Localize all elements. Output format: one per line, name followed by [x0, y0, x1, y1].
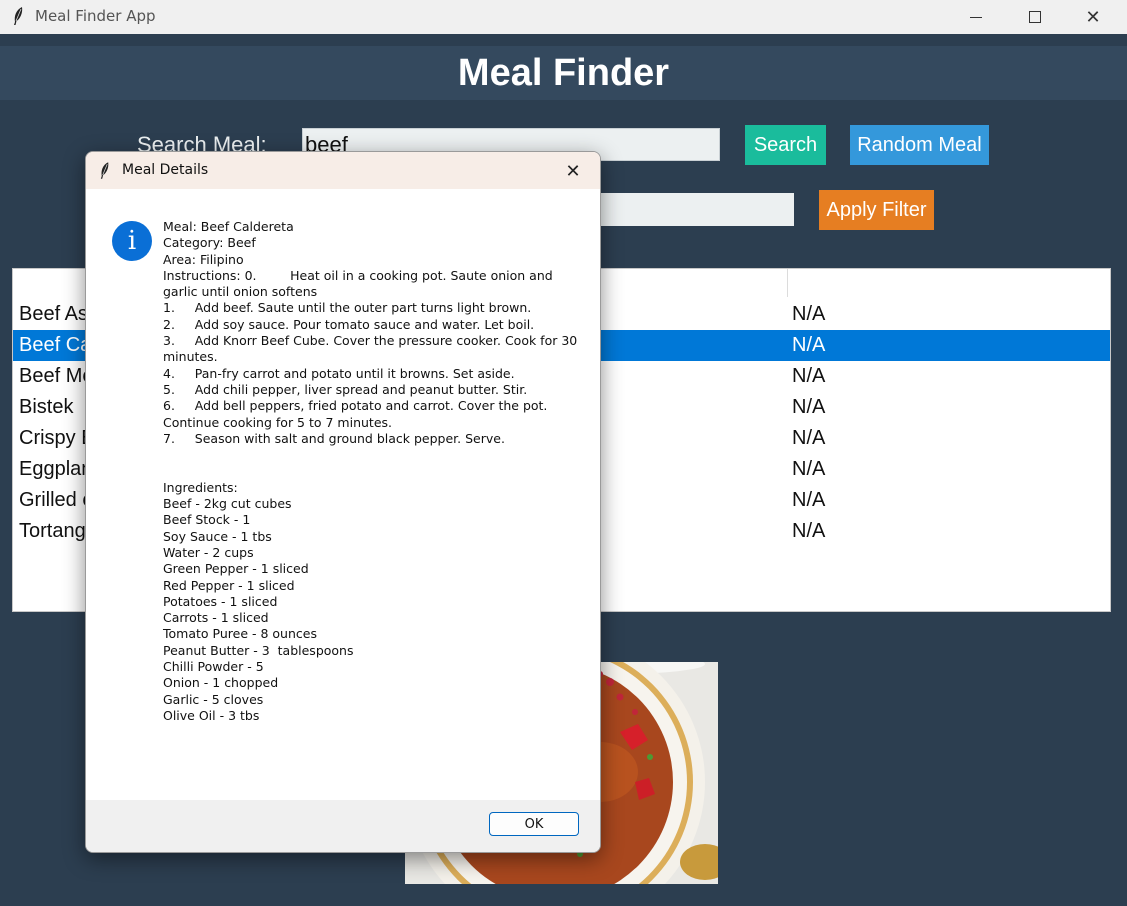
close-window-button[interactable]: ✕ — [1064, 0, 1122, 34]
meal-area: N/A — [792, 520, 826, 542]
meal-area: N/A — [792, 396, 826, 418]
edge-glyph — [1122, 760, 1127, 770]
dialog-titlebar: Meal Details ✕ — [86, 152, 600, 189]
meal-name: Tortang — [19, 520, 86, 542]
window-titlebar: Meal Finder App ✕ — [0, 0, 1127, 34]
edge-glyph — [1122, 806, 1127, 816]
minimize-icon — [970, 16, 982, 18]
feather-icon — [100, 162, 109, 179]
app-header: Meal Finder — [0, 46, 1127, 100]
meal-area: N/A — [792, 458, 826, 480]
meal-area: N/A — [792, 427, 826, 449]
meal-name: Bistek — [19, 396, 74, 418]
column-divider — [787, 269, 788, 297]
info-icon-glyph: i — [127, 226, 137, 256]
maximize-icon — [1029, 11, 1041, 23]
feather-icon — [14, 7, 23, 25]
close-icon: ✕ — [565, 160, 581, 182]
close-icon: ✕ — [1085, 6, 1101, 28]
app-title: Meal Finder — [457, 52, 670, 94]
window-title: Meal Finder App — [35, 7, 156, 25]
meal-area: N/A — [792, 303, 826, 325]
minimize-button[interactable] — [947, 0, 1005, 34]
info-icon: i — [112, 221, 152, 261]
random-meal-button[interactable]: Random Meal — [850, 125, 989, 165]
meal-details-dialog[interactable]: Meal Details ✕ i Meal: Beef Caldereta Ca… — [85, 151, 601, 853]
ok-button[interactable]: OK — [489, 812, 579, 836]
meal-area: N/A — [792, 489, 826, 511]
search-button[interactable]: Search — [745, 125, 826, 165]
dialog-message: Meal: Beef Caldereta Category: Beef Area… — [163, 219, 578, 723]
dialog-title: Meal Details — [122, 162, 209, 178]
apply-filter-button[interactable]: Apply Filter — [819, 190, 934, 230]
dialog-close-button[interactable]: ✕ — [556, 157, 590, 185]
meal-area: N/A — [792, 365, 826, 387]
maximize-button[interactable] — [1006, 0, 1064, 34]
meal-area: N/A — [792, 334, 826, 356]
